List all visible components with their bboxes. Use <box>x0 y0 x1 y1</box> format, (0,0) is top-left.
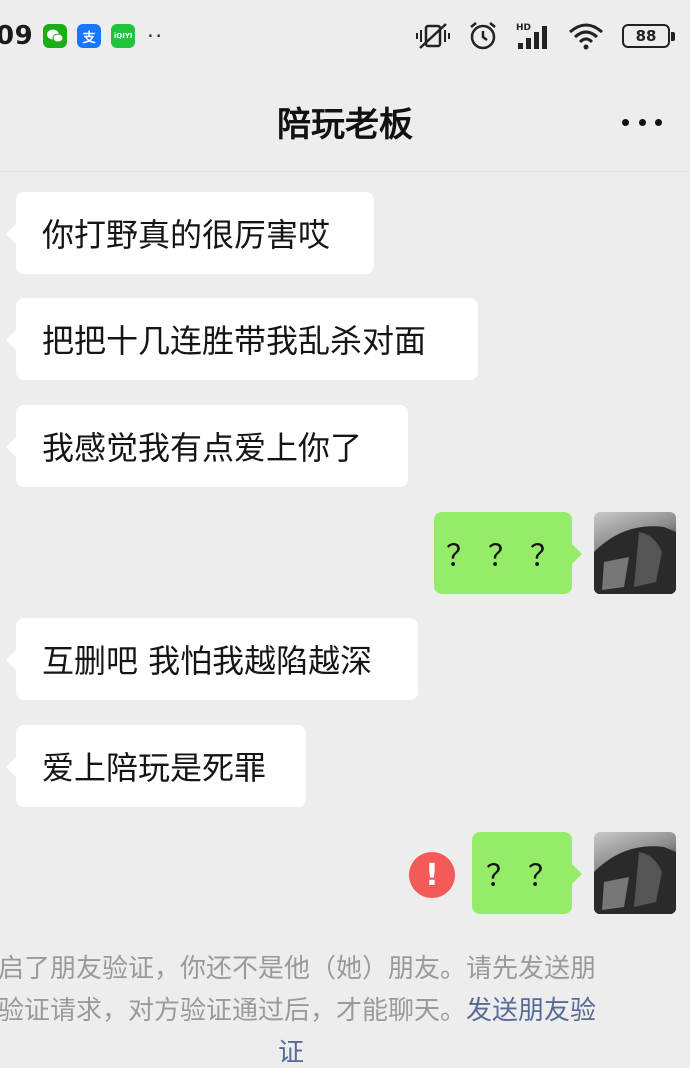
message-bubble-outgoing[interactable]: ？？ <box>472 832 582 914</box>
mute-vibrate-icon <box>416 21 450 51</box>
notice-text: 验证请求，对方验证通过后，才能聊天。 <box>0 996 467 1026</box>
signal-icon: HD <box>516 21 550 51</box>
chat-header: 陪玩老板 <box>0 72 690 172</box>
my-avatar[interactable] <box>594 512 676 594</box>
dot-icon <box>622 118 629 126</box>
friend-verification-notice: 启了朋友验证，你还不是他（她）朋友。请先发送朋 验证请求，对方验证通过后，才能聊… <box>0 948 690 1068</box>
dot-icon <box>655 118 662 126</box>
battery-icon: 88 <box>622 24 675 48</box>
wechat-icon <box>43 24 68 48</box>
notice-line-1: 启了朋友验证，你还不是他（她）朋友。请先发送朋 <box>0 954 597 984</box>
alipay-icon: 支 <box>77 24 102 48</box>
send-failed-icon[interactable]: ! <box>409 852 455 898</box>
status-time: 09 <box>0 21 34 51</box>
chat-title: 陪玩老板 <box>277 105 413 145</box>
alarm-icon <box>468 21 498 51</box>
more-notifications-icon: ·· <box>147 24 164 48</box>
send-friend-request-link-continued[interactable]: 证 <box>278 1032 690 1068</box>
notice-line-2: 验证请求，对方验证通过后，才能聊天。发送朋友验 <box>0 990 690 1032</box>
iqiyi-icon: iQIYI <box>111 24 136 48</box>
message-bubble-incoming[interactable]: 互删吧 我怕我越陷越深 <box>6 618 418 700</box>
svg-text:HD: HD <box>516 23 531 33</box>
status-bar: 09 支 iQIYI ·· HD 88 <box>0 0 690 72</box>
my-avatar[interactable] <box>594 832 676 914</box>
send-friend-request-link[interactable]: 发送朋友验 <box>466 996 596 1026</box>
message-bubble-incoming[interactable]: 爱上陪玩是死罪 <box>6 725 306 807</box>
message-bubble-incoming[interactable]: 我感觉我有点爱上你了 <box>6 405 408 487</box>
dot-icon <box>638 118 646 126</box>
wifi-icon <box>568 22 604 50</box>
message-bubble-incoming[interactable]: 把把十几连胜带我乱杀对面 <box>6 298 478 380</box>
message-bubble-outgoing[interactable]: ？？？ <box>434 512 582 594</box>
message-bubble-incoming[interactable]: 你打野真的很厉害哎 <box>6 192 374 274</box>
more-options-button[interactable] <box>622 110 662 134</box>
